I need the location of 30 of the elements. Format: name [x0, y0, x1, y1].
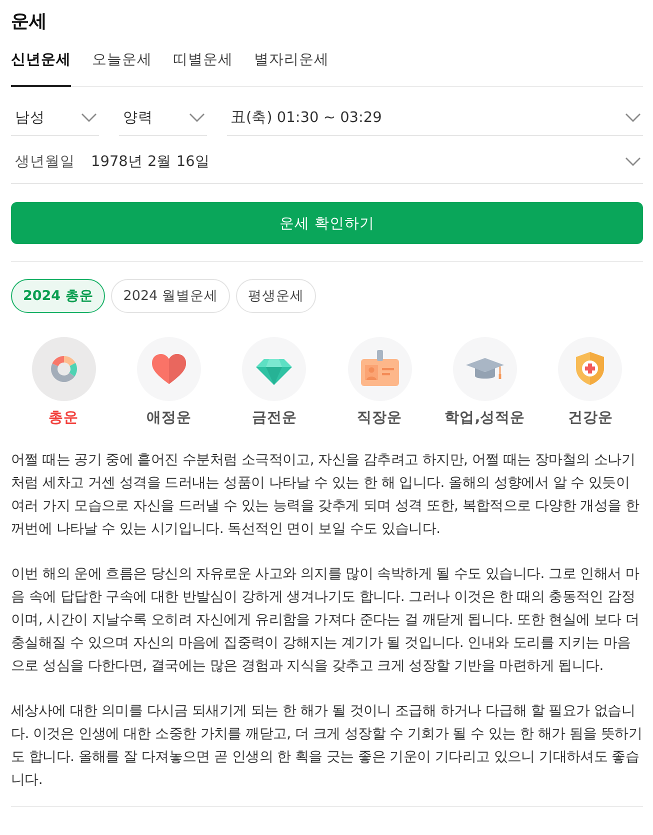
category-button[interactable]: 애정운 [116, 337, 222, 429]
period-chip[interactable]: 평생운세 [236, 279, 316, 313]
shield-icon [558, 337, 622, 401]
chevron-down-icon [189, 112, 205, 122]
chevron-down-icon [81, 112, 97, 122]
fortune-paragraph: 세상사에 대한 의미를 다시금 되새기게 되는 한 해가 될 것이니 조급해 하거나 다급해 할 필요가 없습니다. 이것은 인생에 대한 소중한 가치를 깨닫고, 더 크게 성장할 수 기회가 될 수 있는 한 해가 됨을 뜻하기도 합니다. 올해를 잘 다져놓으면 곧 인생의 한 획을 긋는 좋은 기운이 기다리고 있으니 기대하셔도 좋습니다. [11, 702, 643, 790]
birth-date-select[interactable]: 생년월일 1978년 2월 16일 [11, 136, 643, 184]
select-field[interactable]: 남성 [11, 99, 99, 136]
category-button[interactable]: 총운 [11, 337, 116, 429]
donut-chart-icon [32, 337, 96, 401]
category-button[interactable]: 건강운 [538, 337, 643, 429]
select-field[interactable]: 양력 [119, 99, 207, 136]
fortune-tab[interactable]: 별자리운세 [254, 49, 329, 87]
chevron-down-icon [625, 112, 641, 122]
period-chip[interactable]: 2024 월별운세 [111, 279, 230, 313]
fortune-tab[interactable]: 신년운세 [11, 49, 71, 87]
fortune-paragraph: 어쩔 때는 공기 중에 흩어진 수분처럼 소극적이고, 자신을 감추려고 하지만, 어쩔 때는 장마철의 소나기처럼 세차고 거센 성격을 드러내는 성품이 나타날 수 있는 한 해 입니다. 올해의 성향에서 알 수 있듯이 여러 가지 모습으로 자신을 드러낼 수 있는 능력을 갖추게 되며 성격 또한, 복합적으로 다양한 개성을 한꺼번에 나타날 수 있는 시기입니다. 독선적인 면이 보일 수도 있습니다. [11, 451, 640, 539]
category-button[interactable]: 금전운 [222, 337, 327, 429]
graduation-cap-icon [452, 337, 517, 401]
page-title: 운세 [11, 10, 48, 34]
field-label: 생년월일 [15, 153, 75, 171]
fortune-tab[interactable]: 띠별운세 [173, 49, 233, 87]
chevron-down-icon [625, 157, 641, 166]
category-button[interactable]: 학업,성적운 [432, 337, 538, 429]
fortune-paragraph: 이번 해의 운에 흐름은 당신의 자유로운 사고와 의지를 많이 속박하게 될 수도 있습니다. 그로 인해서 마음 속에 답답한 구속에 대한 반발심이 강하게 생겨나기도 합니다. 그러나 이것은 한 때의 충동적인 감정이며, 시간이 지날수록 오히려 자신에게 유리함을 가져다 준다는 걸 깨닫게 됩니다. 또한 현실에 보다 더 충실해질 수 있으며 자신의 마음에 집중력이 강해지는 계기가 될 것입니다. 인내와 도리를 지키는 마음으로 성심을 다한다면, 결국에는 많은 경험과 지식을 갖추고 크게 성장할 기반을 마련하게 됩니다. [11, 565, 640, 676]
select-field[interactable]: 丑(축) 01:30 ~ 03:29 [227, 99, 643, 136]
fortune-tab[interactable]: 오늘운세 [92, 49, 152, 87]
id-card-icon [348, 337, 412, 401]
category-button[interactable]: 직장운 [327, 337, 432, 429]
birth-date-value: 1978년 2월 16일 [91, 153, 211, 171]
